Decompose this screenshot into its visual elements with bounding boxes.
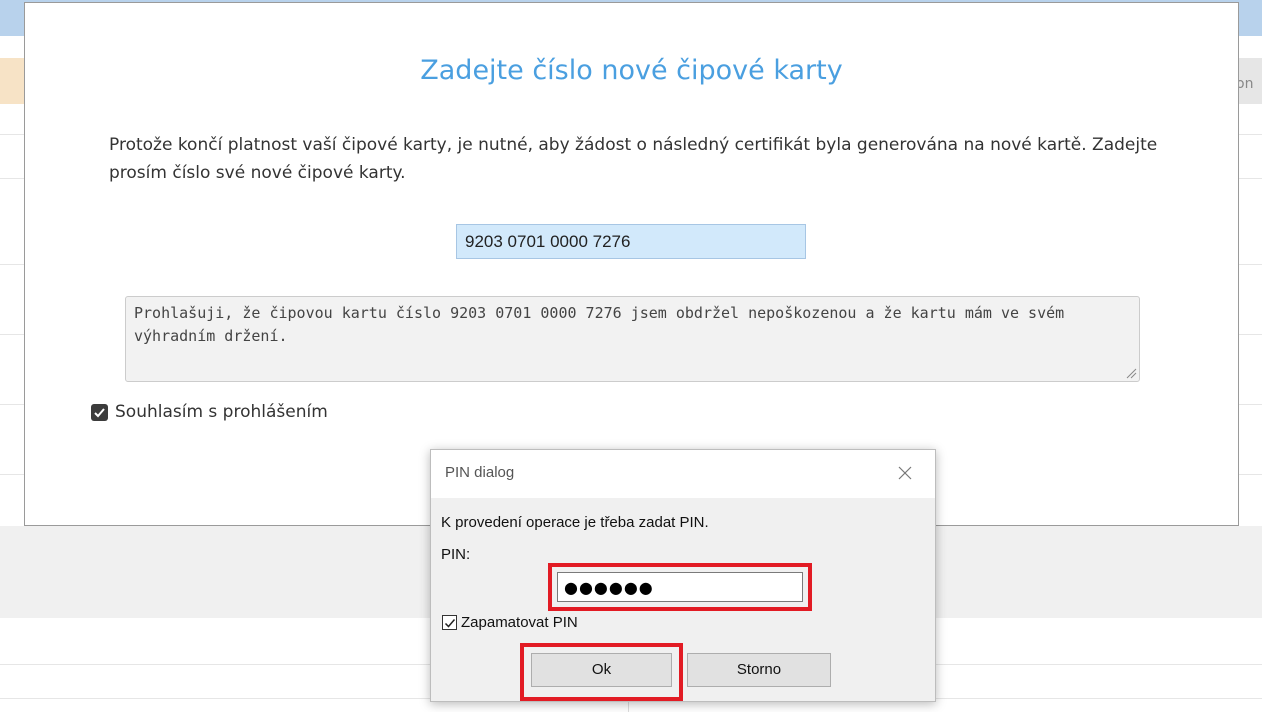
remember-pin-label: Zapamatovat PIN: [461, 614, 578, 631]
modal-title: Zadejte číslo nové čipové karty: [420, 55, 843, 86]
new-card-modal: Zadejte číslo nové čipové karty Protože …: [24, 2, 1239, 526]
resize-grip-icon[interactable]: [1125, 367, 1137, 379]
pin-label: PIN:: [441, 546, 471, 563]
cancel-button[interactable]: Storno: [687, 653, 831, 687]
agree-checkbox[interactable]: [91, 403, 108, 421]
pin-message: K provedení operace je třeba zadat PIN.: [441, 514, 709, 531]
pin-dialog-titlebar[interactable]: PIN dialog: [431, 450, 935, 498]
card-number-input[interactable]: [456, 224, 806, 259]
agree-label: Souhlasím s prohlášením: [115, 402, 328, 422]
pin-dialog: PIN dialog K provedení operace je třeba …: [430, 449, 936, 702]
checkmark-icon: [444, 618, 455, 628]
checkmark-icon: [94, 407, 105, 417]
modal-description: Protože končí platnost vaší čipové karty…: [109, 135, 1158, 183]
close-button[interactable]: [893, 461, 917, 485]
pin-input[interactable]: [557, 572, 803, 602]
remember-pin-row[interactable]: Zapamatovat PIN: [442, 614, 578, 631]
ok-button[interactable]: Ok: [531, 653, 672, 687]
agree-row[interactable]: Souhlasím s prohlášením: [91, 400, 328, 424]
pin-dialog-title: PIN dialog: [445, 464, 515, 481]
declaration-textarea[interactable]: Prohlašuji, že čipovou kartu číslo 9203 …: [125, 296, 1140, 382]
remember-pin-checkbox[interactable]: [442, 615, 457, 630]
close-icon: [898, 466, 912, 480]
